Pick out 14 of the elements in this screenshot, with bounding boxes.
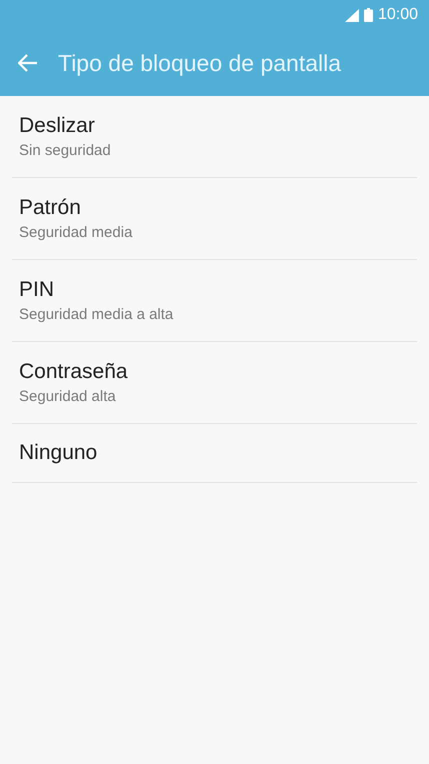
option-subtitle: Seguridad media a alta	[19, 304, 174, 324]
option-title[interactable]: PIN	[19, 276, 410, 304]
back-icon[interactable]	[18, 54, 38, 72]
screen-title: Tipo de bloqueo de pantalla	[58, 48, 342, 78]
option-subtitle: Seguridad alta	[19, 386, 117, 406]
option-subtitle: Sin seguridad	[19, 140, 112, 160]
option-title[interactable]: Patrón	[19, 194, 410, 222]
option-title[interactable]: Deslizar	[19, 112, 410, 140]
battery-icon	[364, 8, 373, 22]
status-time: 10:00	[378, 5, 418, 25]
signal-icon	[344, 8, 359, 22]
option-title[interactable]: Contraseña	[19, 358, 410, 386]
option-subtitle: Seguridad media	[19, 222, 134, 242]
option-title[interactable]: Ninguno	[19, 439, 410, 467]
